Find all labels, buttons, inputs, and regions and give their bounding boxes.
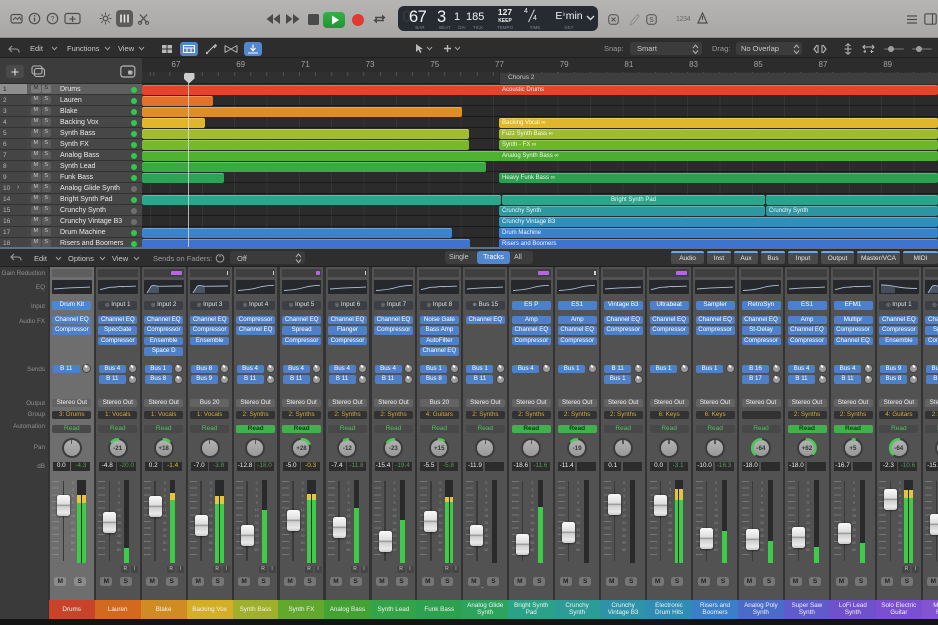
svg-text:S: S bbox=[649, 17, 654, 24]
svg-text:?: ? bbox=[51, 16, 55, 23]
